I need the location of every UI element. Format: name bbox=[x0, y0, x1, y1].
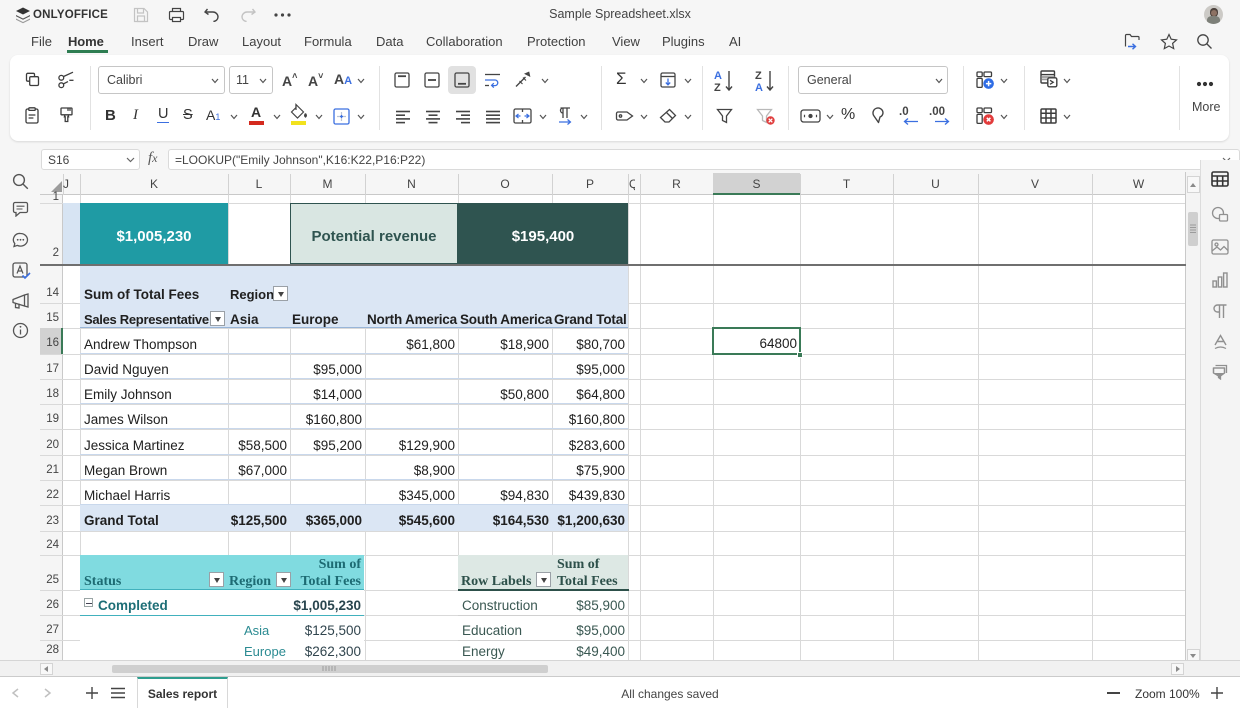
svg-text:Z: Z bbox=[714, 82, 721, 94]
svg-text:.0: .0 bbox=[899, 106, 909, 118]
svg-text:.00: .00 bbox=[929, 106, 945, 118]
svg-text:A: A bbox=[714, 70, 722, 82]
svg-text:Z: Z bbox=[755, 70, 762, 82]
svg-text:A: A bbox=[755, 82, 763, 94]
